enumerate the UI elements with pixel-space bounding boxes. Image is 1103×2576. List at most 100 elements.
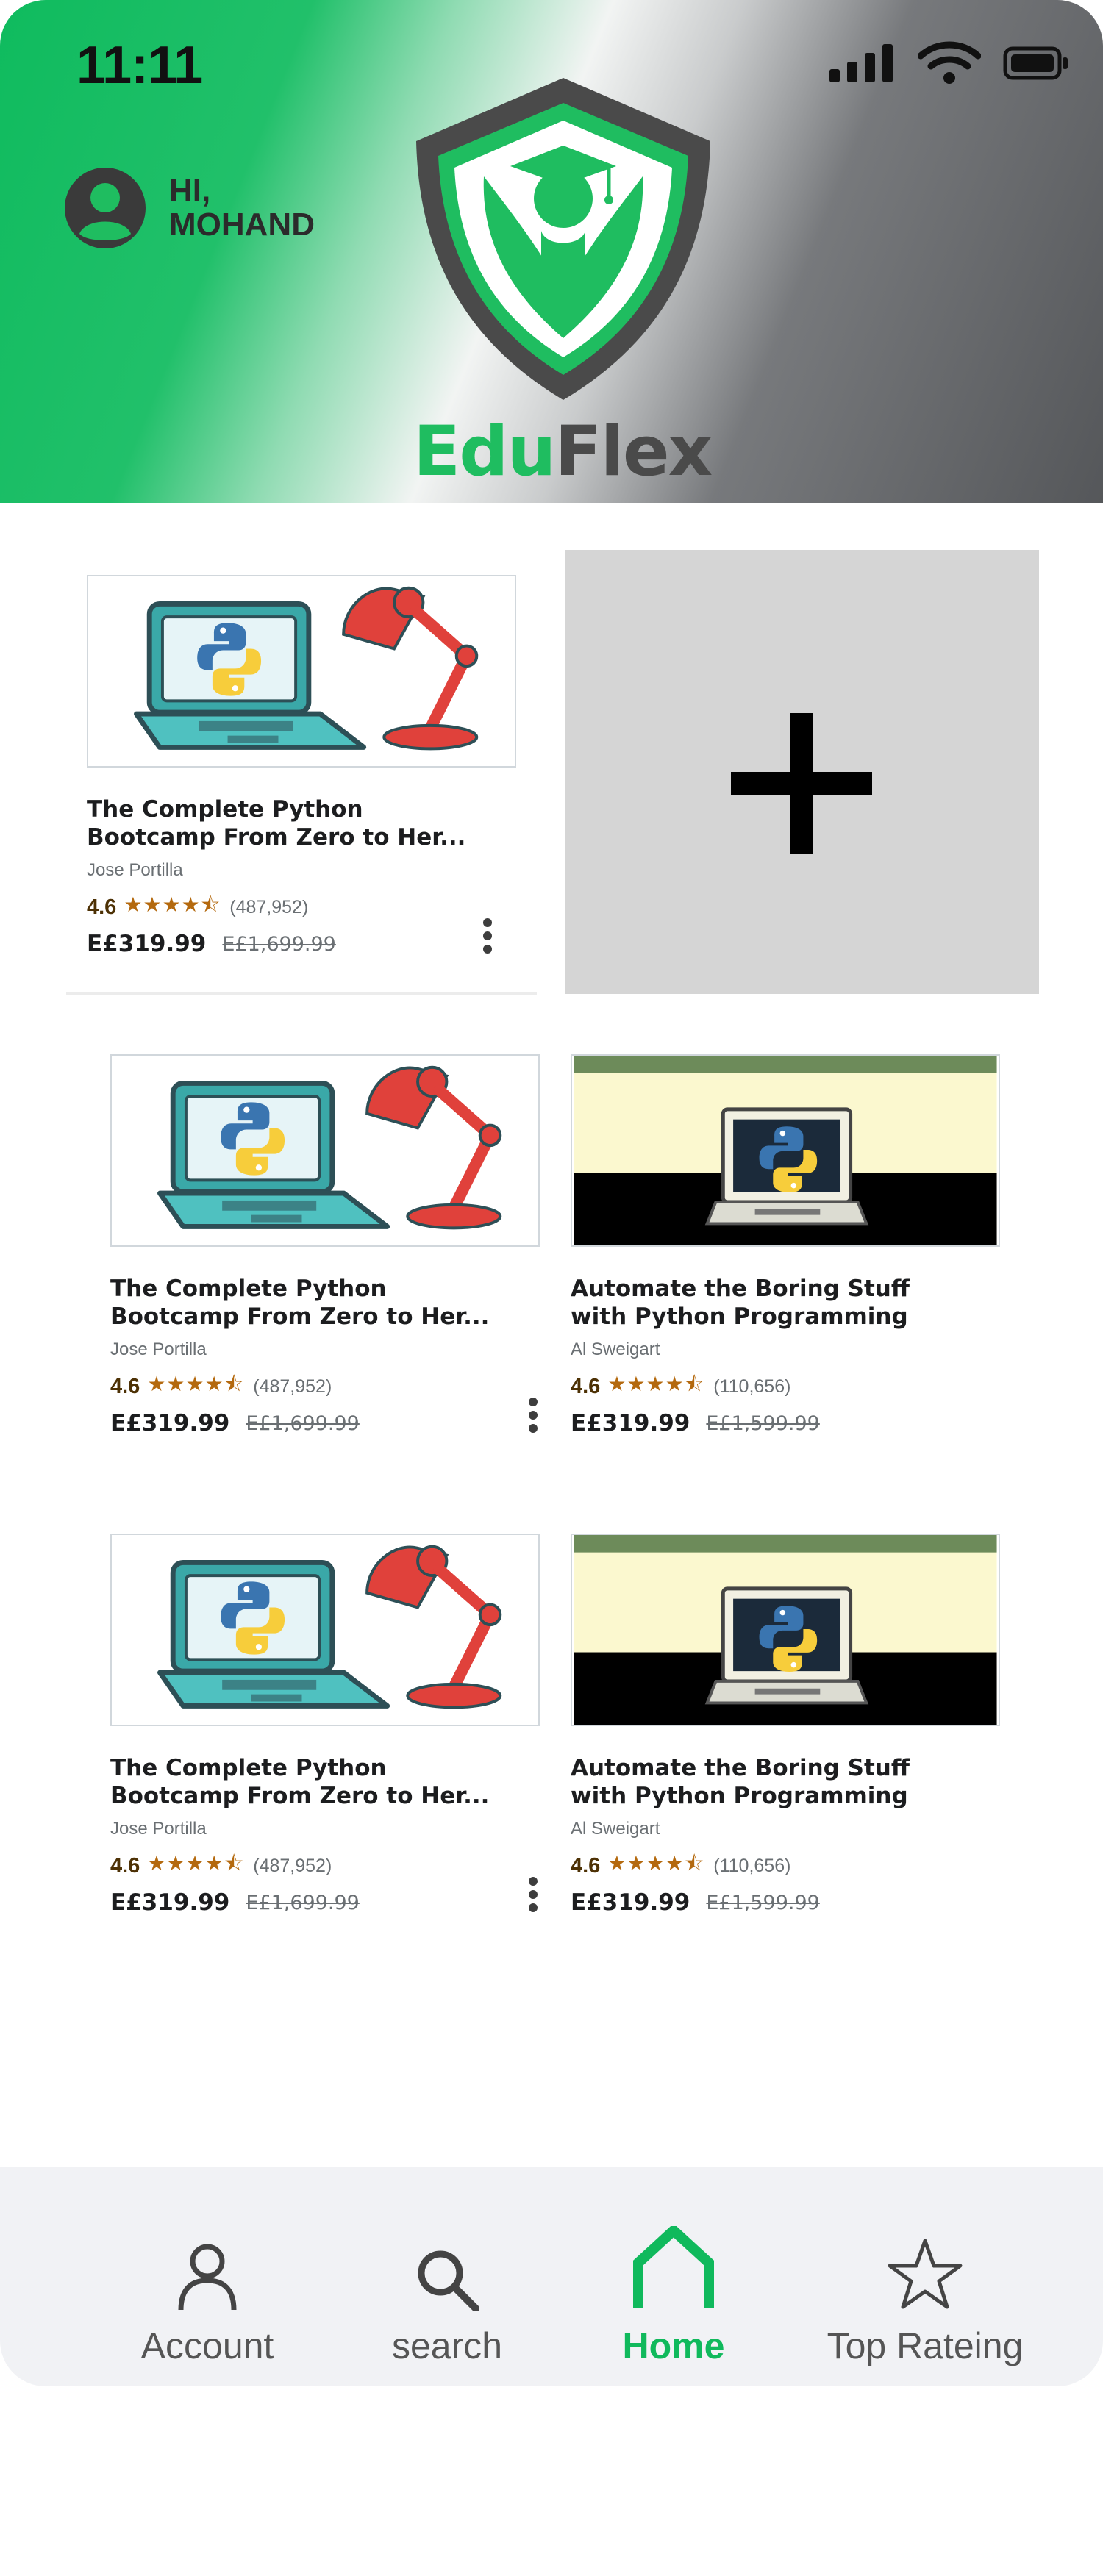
section-divider [66, 992, 537, 995]
brand-part-flex: Flex [554, 412, 713, 492]
course-title[interactable]: The Complete Python Bootcamp From Zero t… [110, 1754, 544, 1810]
current-price: E£319.99 [110, 1889, 230, 1916]
rating-value: 4.6 [571, 1853, 601, 1878]
rating-count: (487,952) [253, 1375, 332, 1397]
person-icon [178, 2244, 237, 2311]
course-rating: 4.6 ★★★★⯪ (487,952) [110, 1369, 544, 1404]
course-price: E£319.99 E£1,699.99 [87, 931, 521, 957]
original-price: E£1,699.99 [222, 932, 336, 956]
python-laptop-image [88, 576, 515, 766]
home-icon [633, 2226, 714, 2308]
more-options-icon[interactable] [522, 1397, 544, 1434]
current-price: E£319.99 [110, 1410, 230, 1437]
course-title-line: Automate the Boring Stuff [571, 1755, 910, 1781]
course-author: Al Sweigart [571, 1819, 660, 1839]
user-greeting[interactable]: HI, MOHAND [63, 166, 360, 250]
course-rating: 4.6 ★★★★⯪ (487,952) [110, 1848, 544, 1883]
course-title-line: The Complete Python [87, 796, 363, 823]
course-rating: 4.6 ★★★★⯪ (110,656) [571, 1369, 1004, 1404]
current-price: E£319.99 [571, 1410, 690, 1437]
course-title[interactable]: Automate the Boring Stuff with Python Pr… [571, 1754, 1004, 1810]
course-card[interactable]: The Complete Python Bootcamp From Zero t… [87, 575, 521, 957]
course-title-line: Bootcamp From Zero to Her... [110, 1783, 490, 1809]
app-header: 11:11 HI, MOHAND EduFlex [0, 0, 1103, 503]
nav-item-search[interactable]: search [337, 2230, 557, 2367]
rating-stars-icon: ★★★★⯪ [607, 1852, 705, 1875]
course-price: E£319.99 E£1,599.99 [571, 1410, 1004, 1437]
course-card[interactable]: Automate the Boring Stuff with Python Pr… [571, 1534, 1004, 1916]
rating-value: 4.6 [571, 1374, 601, 1398]
original-price: E£1,699.99 [246, 1412, 360, 1435]
course-price: E£319.99 E£1,599.99 [571, 1889, 1004, 1916]
nav-item-top-rating[interactable]: Top Rateing [815, 2230, 1035, 2367]
course-thumbnail[interactable] [110, 1534, 540, 1726]
bottom-navigation: Account search Home Top Rateing [0, 2167, 1103, 2386]
python-laptop-image [572, 1056, 999, 1245]
original-price: E£1,699.99 [246, 1891, 360, 1914]
status-time: 11:11 [76, 36, 203, 95]
nav-label: Account [140, 2325, 274, 2366]
course-price: E£319.99 E£1,699.99 [110, 1410, 544, 1437]
course-card[interactable]: The Complete Python Bootcamp From Zero t… [110, 1534, 544, 1916]
nav-item-home[interactable]: Home [563, 2226, 784, 2367]
rating-stars-icon: ★★★★⯪ [147, 1852, 245, 1875]
course-author: Jose Portilla [87, 860, 183, 880]
nav-label: Top Rateing [827, 2325, 1024, 2366]
course-author: Al Sweigart [571, 1339, 660, 1359]
python-laptop-image [112, 1056, 538, 1245]
signal-icon [829, 44, 893, 82]
status-icons [828, 41, 1069, 85]
course-author: Jose Portilla [110, 1339, 207, 1359]
rating-count: (487,952) [253, 1855, 332, 1876]
rating-count: (110,656) [713, 1375, 791, 1397]
rating-count: (487,952) [229, 896, 309, 917]
search-icon [418, 2250, 479, 2311]
more-options-icon[interactable] [476, 917, 499, 954]
course-title-line: with Python Programming [571, 1303, 908, 1330]
nav-label: Home [622, 2325, 725, 2366]
rating-value: 4.6 [87, 895, 117, 919]
course-price: E£319.99 E£1,699.99 [110, 1889, 544, 1916]
course-title-line: Automate the Boring Stuff [571, 1276, 910, 1302]
star-icon [888, 2239, 963, 2309]
rating-count: (110,656) [713, 1855, 791, 1876]
course-thumbnail[interactable] [571, 1534, 1000, 1726]
course-card[interactable]: The Complete Python Bootcamp From Zero t… [110, 1054, 544, 1437]
course-title-line: Bootcamp From Zero to Her... [110, 1303, 490, 1330]
course-author: Jose Portilla [110, 1819, 207, 1839]
battery-icon [1003, 46, 1068, 80]
python-laptop-image [112, 1535, 538, 1725]
brand-part-edu: Edu [413, 412, 556, 492]
course-title-line: The Complete Python [110, 1276, 387, 1302]
course-title[interactable]: Automate the Boring Stuff with Python Pr… [571, 1275, 1004, 1331]
current-price: E£319.99 [87, 931, 207, 957]
course-card[interactable]: Automate the Boring Stuff with Python Pr… [571, 1054, 1004, 1437]
rating-value: 4.6 [110, 1374, 140, 1398]
nav-item-account[interactable]: Account [97, 2230, 318, 2367]
course-thumbnail[interactable] [87, 575, 516, 768]
current-price: E£319.99 [571, 1889, 690, 1916]
course-title[interactable]: The Complete Python Bootcamp From Zero t… [87, 795, 521, 851]
eduflex-logo [416, 78, 710, 400]
rating-stars-icon: ★★★★⯪ [607, 1373, 705, 1395]
original-price: E£1,599.99 [706, 1412, 820, 1435]
add-course-button[interactable] [565, 550, 1039, 994]
nav-label: search [391, 2325, 503, 2366]
plus-icon [731, 713, 872, 854]
course-thumbnail[interactable] [110, 1054, 540, 1247]
brand-name: EduFlex [413, 412, 713, 492]
greeting-text: HI, MOHAND [169, 173, 315, 243]
course-title-line: Bootcamp From Zero to Her... [87, 824, 466, 851]
course-title-line: The Complete Python [110, 1755, 387, 1781]
more-options-icon[interactable] [522, 1876, 544, 1913]
course-title[interactable]: The Complete Python Bootcamp From Zero t… [110, 1275, 544, 1331]
python-laptop-image [572, 1535, 999, 1725]
rating-stars-icon: ★★★★⯪ [124, 893, 221, 916]
course-rating: 4.6 ★★★★⯪ (487,952) [87, 890, 521, 925]
original-price: E£1,599.99 [706, 1891, 820, 1914]
wifi-icon [918, 41, 981, 84]
rating-value: 4.6 [110, 1853, 140, 1878]
course-thumbnail[interactable] [571, 1054, 1000, 1247]
course-rating: 4.6 ★★★★⯪ (110,656) [571, 1848, 1004, 1883]
rating-stars-icon: ★★★★⯪ [147, 1373, 245, 1395]
